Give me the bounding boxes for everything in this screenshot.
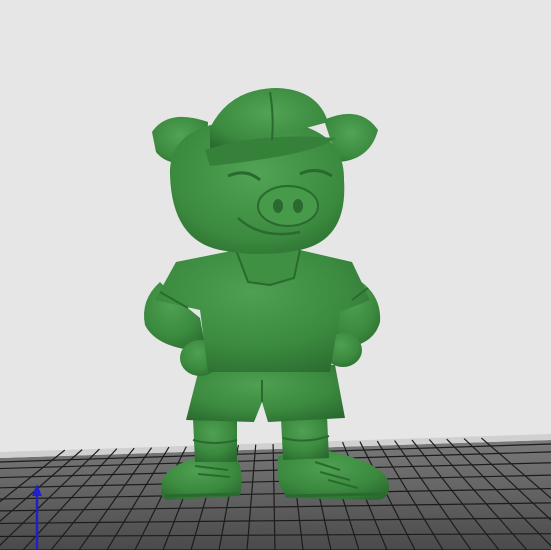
z-axis-arrow-icon [32,484,42,550]
3d-viewport[interactable] [0,0,551,550]
